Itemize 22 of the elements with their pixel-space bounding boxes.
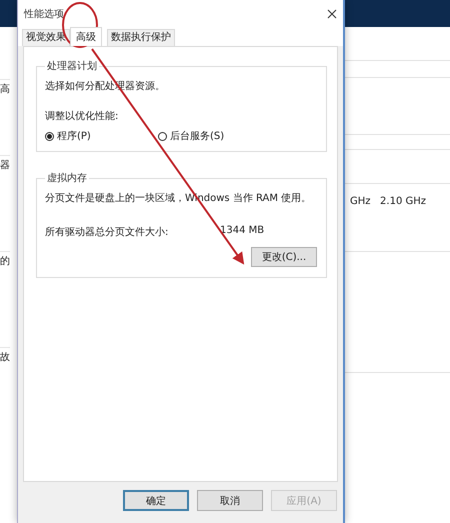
group-title: 虚拟内存 bbox=[46, 172, 88, 185]
change-button[interactable]: 更改(C)... bbox=[251, 247, 317, 267]
cancel-button[interactable]: 取消 bbox=[197, 490, 263, 511]
radio-label[interactable]: 后台服务(S) bbox=[170, 129, 224, 143]
optimize-label: 调整以优化性能: bbox=[45, 110, 120, 123]
tab[interactable]: 高级 bbox=[70, 27, 102, 46]
ok-button[interactable]: 确定 bbox=[123, 490, 189, 511]
tab[interactable]: 数据执行保护 bbox=[107, 29, 175, 46]
label-fragment: 高 bbox=[0, 79, 10, 96]
radio-button[interactable] bbox=[45, 132, 54, 140]
cpu-speed-text: GHz 2.10 GHz bbox=[350, 196, 426, 207]
label-fragment: 器 bbox=[0, 155, 10, 172]
paging-size-label: 所有驱动器总分页文件大小: bbox=[45, 226, 170, 239]
label-fragment: 故 bbox=[0, 347, 10, 364]
radio-label[interactable]: 程序(P) bbox=[57, 129, 91, 143]
window-title: 性能选项 bbox=[24, 8, 64, 21]
group-title: 处理器计划 bbox=[46, 60, 98, 73]
radio-button[interactable] bbox=[158, 132, 167, 140]
paging-size-value: 1344 MB bbox=[220, 225, 264, 238]
title-bar bbox=[0, 0, 17, 27]
close-icon[interactable] bbox=[327, 9, 337, 19]
label-fragment: 的 bbox=[0, 251, 10, 268]
